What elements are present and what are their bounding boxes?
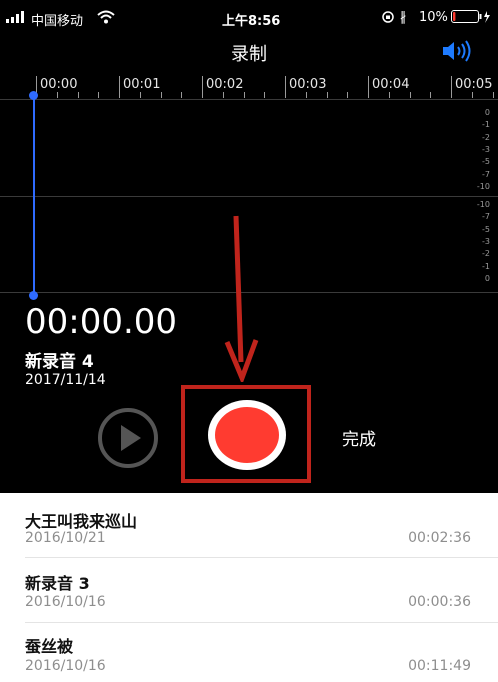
playhead-handle-top[interactable] xyxy=(29,91,38,100)
record-button[interactable] xyxy=(206,398,288,472)
level-scale-top: 0 -1 -2 -3 -5 -7 -10 xyxy=(458,108,498,194)
list-item[interactable]: 蚕丝被 2016/10/16 00:11:49 xyxy=(0,623,498,682)
major-tick xyxy=(202,76,203,98)
minor-tick xyxy=(471,92,473,98)
minor-tick xyxy=(388,92,390,98)
minor-tick xyxy=(77,92,79,98)
tick-label: 00:04 xyxy=(372,77,410,92)
recording-title: 大王叫我来巡山 xyxy=(25,512,138,531)
tick-label: 00:05 xyxy=(455,77,493,92)
minor-tick xyxy=(409,92,411,98)
recording-duration: 00:11:49 xyxy=(408,658,471,674)
level-scale-label: 0 xyxy=(484,108,490,117)
minor-tick xyxy=(56,92,58,98)
status-bar: 中国移动 上午8:56 ∦ 10% xyxy=(0,0,498,34)
recording-duration: 00:00:36 xyxy=(408,594,471,610)
recording-date: 2016/10/21 xyxy=(25,530,106,546)
recording-date: 2016/10/16 xyxy=(25,594,106,610)
minor-tick xyxy=(347,92,349,98)
waveform-center-line xyxy=(0,196,498,197)
speaker-icon[interactable] xyxy=(441,40,475,62)
record-icon xyxy=(215,407,279,463)
recording-title: 新录音 3 xyxy=(25,574,90,593)
list-item[interactable]: 新录音 3 2016/10/16 00:00:36 xyxy=(0,558,498,621)
battery-percent: 10% xyxy=(419,10,448,25)
level-scale-bottom: -10 -7 -5 -3 -2 -1 0 xyxy=(458,200,498,286)
recording-date: 2016/10/16 xyxy=(25,658,106,674)
minor-tick xyxy=(326,92,328,98)
minor-tick xyxy=(222,92,224,98)
tick-label: 00:00 xyxy=(40,77,78,92)
annotation-arrow-icon xyxy=(224,215,259,382)
minor-tick xyxy=(305,92,307,98)
level-scale-label: -2 xyxy=(482,249,490,259)
minor-tick xyxy=(264,92,266,98)
tick-label: 00:01 xyxy=(123,77,161,92)
clock: 上午8:56 xyxy=(222,14,281,29)
minor-tick xyxy=(98,92,100,98)
recording-duration: 00:02:36 xyxy=(408,530,471,546)
carrier-name: 中国移动 xyxy=(31,14,84,29)
level-scale-label: -1 xyxy=(482,261,490,271)
level-scale-label: -5 xyxy=(482,224,490,234)
minor-tick xyxy=(430,92,432,98)
play-icon[interactable] xyxy=(97,407,159,469)
minor-tick xyxy=(243,92,245,98)
level-scale-label: -3 xyxy=(482,144,490,154)
major-tick xyxy=(451,76,452,98)
major-tick xyxy=(285,76,286,98)
orientation-lock-icon xyxy=(382,11,394,23)
tick-label: 00:03 xyxy=(289,77,327,92)
level-scale-label: -5 xyxy=(482,157,490,167)
level-scale-label: -2 xyxy=(482,132,490,142)
signal-icon xyxy=(6,11,24,23)
major-tick xyxy=(368,76,369,98)
minor-tick xyxy=(181,92,183,98)
page-title: 录制 xyxy=(231,44,267,65)
level-scale-label: -3 xyxy=(482,236,490,246)
elapsed-time: 00:00.00 xyxy=(25,302,178,342)
recording-name[interactable]: 新录音 4 xyxy=(25,347,94,372)
list-item[interactable]: 大王叫我来巡山 2016/10/21 00:02:36 xyxy=(0,493,498,556)
recording-title: 蚕丝被 xyxy=(25,637,74,656)
minor-tick xyxy=(492,92,494,98)
tick-label: 00:02 xyxy=(206,77,244,92)
recording-date: 2017/11/14 xyxy=(25,372,106,388)
level-scale-label: -7 xyxy=(482,212,490,222)
battery-icon xyxy=(451,10,490,23)
wifi-icon xyxy=(97,10,115,24)
playhead-handle-bottom[interactable] xyxy=(29,291,38,300)
done-button[interactable]: 完成 xyxy=(342,425,376,450)
waveform-top-border xyxy=(0,99,498,100)
minor-tick xyxy=(139,92,141,98)
playhead-line[interactable] xyxy=(33,95,35,295)
bluetooth-icon: ∦ xyxy=(400,10,407,25)
recordings-list: 大王叫我来巡山 2016/10/21 00:02:36 新录音 3 2016/1… xyxy=(0,493,498,682)
level-scale-label: -10 xyxy=(476,181,490,191)
level-scale-label: -1 xyxy=(482,120,490,130)
level-scale-label: -10 xyxy=(476,200,490,209)
minor-tick xyxy=(160,92,162,98)
major-tick xyxy=(119,76,120,98)
level-scale-label: -7 xyxy=(482,169,490,179)
level-scale-label: 0 xyxy=(484,273,490,283)
